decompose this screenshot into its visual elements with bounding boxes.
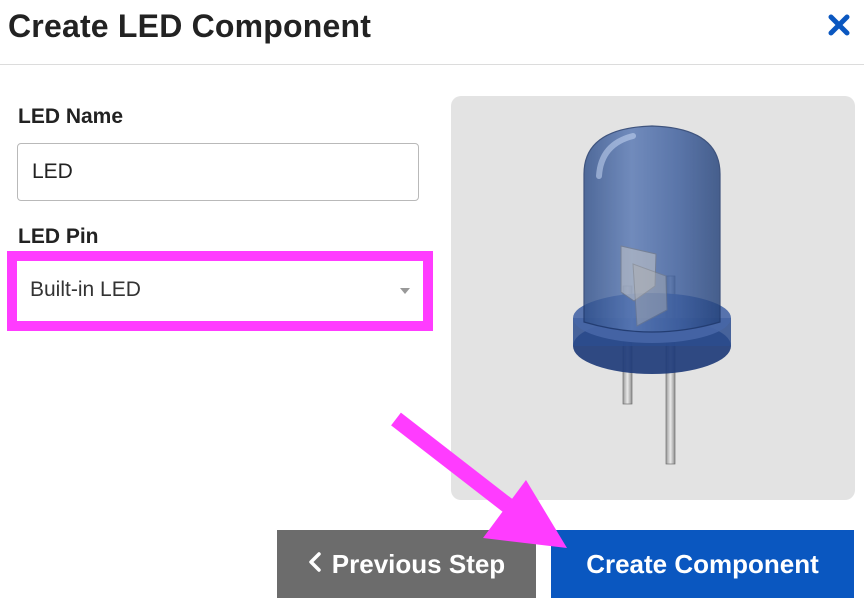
dialog-header: Create LED Component <box>0 0 864 65</box>
close-icon[interactable] <box>824 10 854 40</box>
led-pin-select[interactable]: Built-in LED <box>17 261 423 321</box>
led-name-label: LED Name <box>18 105 124 128</box>
previous-step-label: Previous Step <box>331 548 506 579</box>
create-component-button[interactable]: Create Component <box>551 530 854 598</box>
led-name-input[interactable] <box>17 143 419 201</box>
led-pin-value: Built-in LED <box>30 278 141 301</box>
led-pin-label: LED Pin <box>18 225 99 248</box>
create-led-dialog: Create LED Component LED Name LED Pin Bu… <box>0 0 864 598</box>
dialog-title: Create LED Component <box>8 8 372 44</box>
led-preview-image <box>451 96 855 500</box>
chevron-left-icon <box>308 549 322 580</box>
create-component-label: Create Component <box>586 548 819 579</box>
previous-step-button[interactable]: Previous Step <box>277 530 536 598</box>
caret-down-icon <box>400 288 410 294</box>
led-icon <box>573 125 731 465</box>
